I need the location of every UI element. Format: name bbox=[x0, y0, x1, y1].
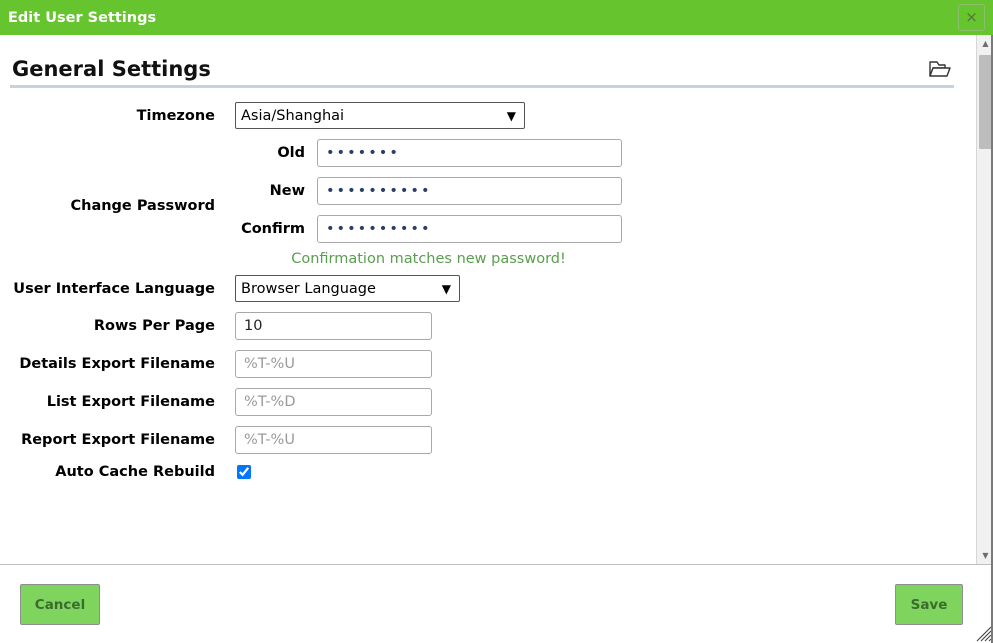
password-row-confirm: Confirm bbox=[235, 215, 622, 243]
ui-language-select[interactable]: Browser Language bbox=[235, 275, 460, 302]
dialog-titlebar[interactable]: Edit User Settings × bbox=[0, 0, 993, 35]
auto-cache-rebuild-checkbox[interactable] bbox=[237, 465, 251, 479]
form-row-details-export-filename: Details Export Filename bbox=[0, 350, 976, 378]
folder-open-icon[interactable] bbox=[928, 59, 952, 79]
form-row-change-password: Change Password Old New Confirm bbox=[0, 139, 976, 273]
resize-grip[interactable] bbox=[976, 626, 992, 642]
section-divider bbox=[10, 85, 954, 88]
timezone-label: Timezone bbox=[136, 107, 215, 124]
form-row-rows-per-page: Rows Per Page bbox=[0, 312, 976, 340]
password-row-new: New bbox=[235, 177, 622, 205]
auto-cache-rebuild-label: Auto Cache Rebuild bbox=[55, 464, 215, 480]
edit-user-settings-dialog: Edit User Settings × General Settings Ti… bbox=[0, 0, 993, 643]
new-password-field[interactable] bbox=[317, 177, 622, 205]
dialog-footer: Cancel Save bbox=[0, 564, 993, 643]
timezone-select[interactable]: Asia/Shanghai bbox=[235, 102, 525, 129]
details-export-filename-label: Details Export Filename bbox=[19, 356, 215, 372]
section-header: General Settings bbox=[10, 57, 954, 85]
rows-per-page-label: Rows Per Page bbox=[93, 318, 215, 334]
timezone-select-wrap: Asia/Shanghai ▼ bbox=[235, 102, 525, 129]
general-settings-form: Timezone Asia/Shanghai ▼ Change Password… bbox=[0, 102, 976, 480]
ui-language-label: User Interface Language bbox=[13, 280, 215, 297]
confirm-password-field[interactable] bbox=[317, 215, 622, 243]
report-export-filename-label: Report Export Filename bbox=[21, 432, 215, 448]
rows-per-page-field[interactable] bbox=[235, 312, 432, 340]
list-export-filename-field[interactable] bbox=[235, 388, 432, 416]
form-row-ui-language: User Interface Language Browser Language… bbox=[0, 275, 976, 302]
form-row-report-export-filename: Report Export Filename bbox=[0, 426, 976, 454]
dialog-body: General Settings Timezone Asia/Shanghai bbox=[0, 35, 993, 564]
auto-cache-rebuild-holder bbox=[235, 464, 251, 480]
form-row-list-export-filename: List Export Filename bbox=[0, 388, 976, 416]
change-password-fields: Old New Confirm Confirmation matches new… bbox=[235, 139, 622, 273]
form-row-timezone: Timezone Asia/Shanghai ▼ bbox=[0, 102, 976, 129]
cancel-button[interactable]: Cancel bbox=[20, 584, 100, 625]
confirm-password-label: Confirm bbox=[241, 221, 305, 237]
dialog-title: Edit User Settings bbox=[8, 9, 157, 26]
details-export-filename-field[interactable] bbox=[235, 350, 432, 378]
settings-scroll-area: General Settings Timezone Asia/Shanghai bbox=[0, 35, 976, 564]
save-button[interactable]: Save bbox=[895, 584, 963, 625]
ui-language-select-wrap: Browser Language ▼ bbox=[235, 275, 460, 302]
close-icon[interactable]: × bbox=[958, 4, 985, 31]
new-password-label: New bbox=[269, 183, 305, 199]
report-export-filename-field[interactable] bbox=[235, 426, 432, 454]
form-row-auto-cache-rebuild: Auto Cache Rebuild bbox=[0, 464, 976, 480]
password-match-message: Confirmation matches new password! bbox=[291, 251, 566, 267]
old-password-label: Old bbox=[277, 145, 305, 161]
page-title: General Settings bbox=[12, 57, 211, 81]
password-row-old: Old bbox=[235, 139, 622, 167]
old-password-field[interactable] bbox=[317, 139, 622, 167]
change-password-label: Change Password bbox=[70, 198, 215, 214]
list-export-filename-label: List Export Filename bbox=[46, 394, 215, 410]
